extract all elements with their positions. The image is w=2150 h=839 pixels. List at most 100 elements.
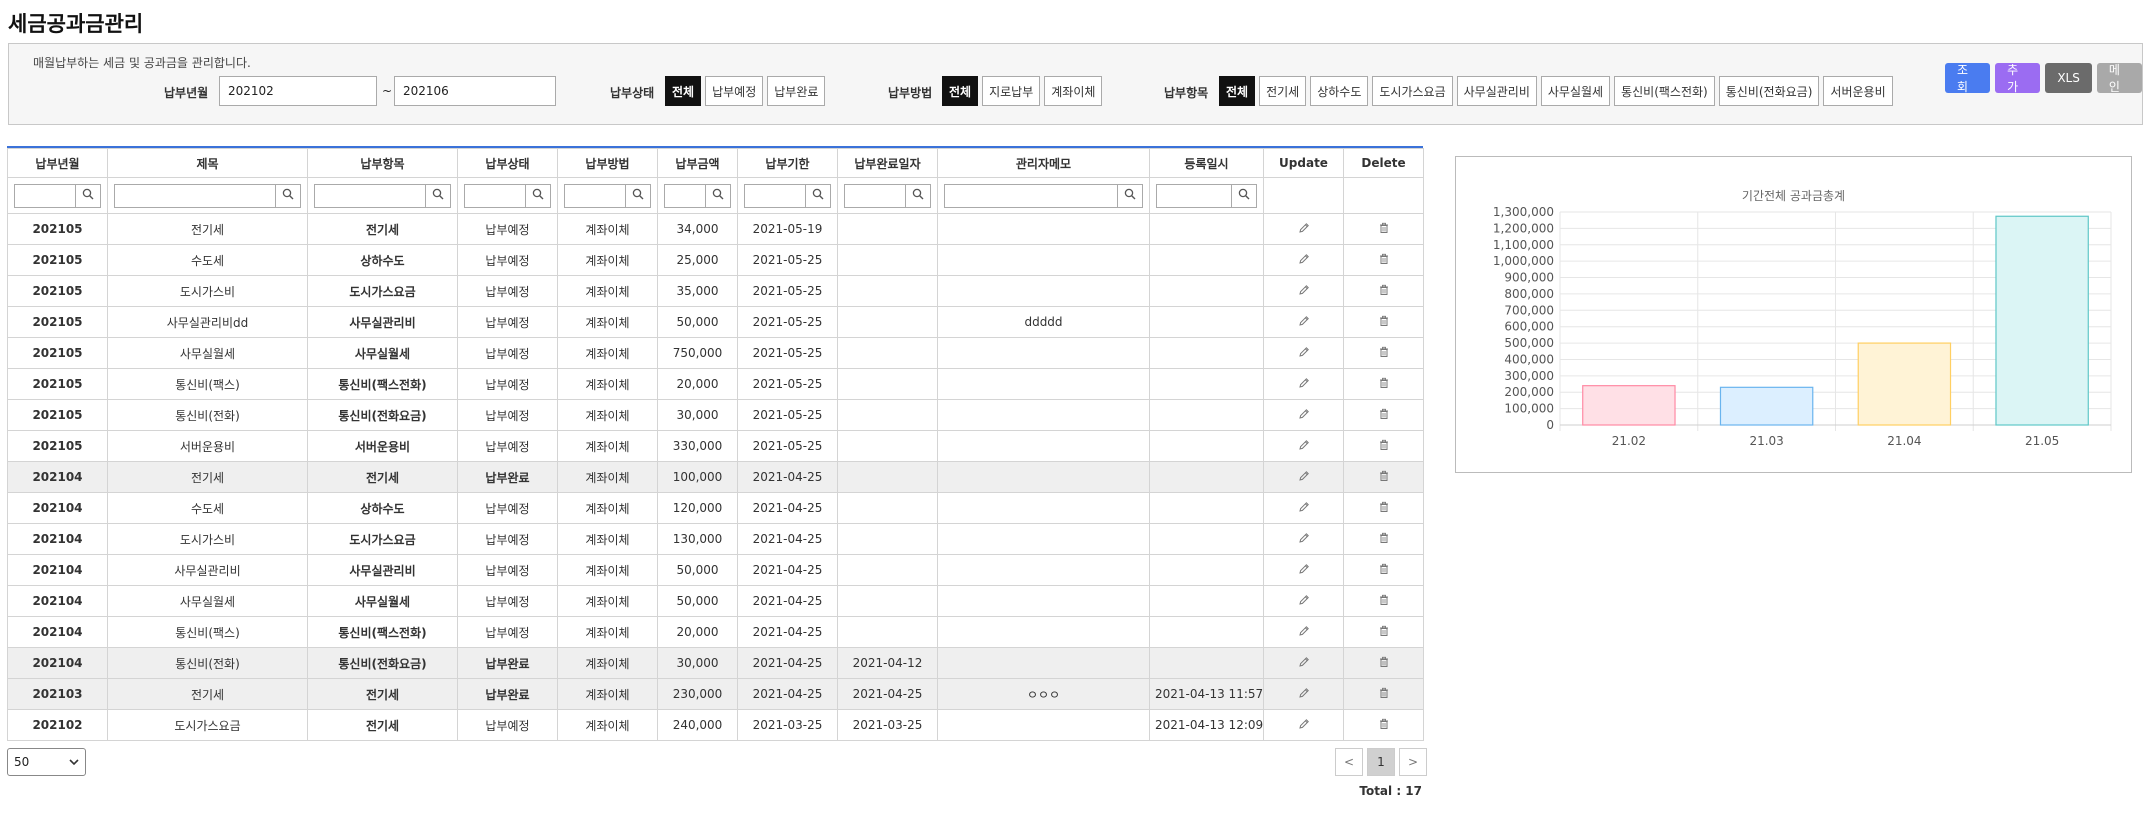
table-row[interactable]: 202105 수도세 상하수도 납부예정 계좌이체 25,000 2021-05-25 — [7, 244, 1424, 276]
item-option-electric[interactable]: 전기세 — [1259, 76, 1307, 106]
table-row[interactable]: 202102 도시가스요금 전기세 납부예정 계좌이체 240,000 2021-03-25… — [7, 709, 1424, 741]
filter-search-button-item[interactable] — [425, 183, 451, 208]
table-row[interactable]: 202104 전기세 전기세 납부완료 계좌이체 100,000 2021-04-25 — [7, 461, 1424, 493]
col-header-amount[interactable]: 납부금액 — [657, 148, 738, 178]
item-option-all[interactable]: 전체 — [1219, 76, 1256, 106]
method-option-all[interactable]: 전체 — [942, 76, 979, 106]
update-button[interactable] — [1269, 470, 1338, 485]
filter-input-title[interactable] — [114, 183, 275, 208]
period-to-input[interactable] — [394, 76, 556, 106]
update-button[interactable] — [1269, 532, 1338, 547]
update-button[interactable] — [1269, 656, 1338, 671]
table-row[interactable]: 202105 통신비(팩스) 통신비(팩스전화) 납부예정 계좌이체 20,000 2021… — [7, 368, 1424, 400]
filter-search-button-ym[interactable] — [75, 183, 101, 208]
col-header-ym[interactable]: 납부년월 — [7, 148, 108, 178]
col-header-paid-date[interactable]: 납부완료일자 — [837, 148, 938, 178]
table-row[interactable]: 202104 사무실월세 사무실월세 납부예정 계좌이체 50,000 2021-04-25 — [7, 585, 1424, 617]
delete-button[interactable] — [1349, 408, 1418, 423]
update-button[interactable] — [1269, 594, 1338, 609]
delete-button[interactable] — [1349, 222, 1418, 237]
table-row[interactable]: 202104 통신비(팩스) 통신비(팩스전화) 납부예정 계좌이체 20,000 2021… — [7, 616, 1424, 648]
col-header-item[interactable]: 납부항목 — [307, 148, 458, 178]
filter-input-amount[interactable] — [664, 183, 705, 208]
delete-button[interactable] — [1349, 594, 1418, 609]
status-option-all[interactable]: 전체 — [665, 76, 702, 106]
filter-input-paid-date[interactable] — [844, 183, 905, 208]
add-button[interactable]: 추가 — [1995, 63, 2041, 94]
filter-input-method[interactable] — [564, 183, 625, 208]
method-option-giro[interactable]: 지로납부 — [982, 76, 1041, 106]
status-option-done[interactable]: 납부완료 — [767, 76, 826, 106]
update-button[interactable] — [1269, 222, 1338, 237]
update-button[interactable] — [1269, 346, 1338, 361]
table-row[interactable]: 202105 서버운용비 서버운용비 납부예정 계좌이체 330,000 2021-05-2… — [7, 430, 1424, 462]
filter-search-button-amount[interactable] — [705, 183, 731, 208]
next-page-button[interactable]: > — [1399, 748, 1427, 776]
filter-search-button-reg-date[interactable] — [1231, 183, 1257, 208]
filter-input-status[interactable] — [464, 183, 525, 208]
update-button[interactable] — [1269, 625, 1338, 640]
table-row[interactable]: 202105 사무실관리비dd 사무실관리비 납부예정 계좌이체 50,000 2021-0… — [7, 306, 1424, 338]
table-row[interactable]: 202105 통신비(전화) 통신비(전화요금) 납부예정 계좌이체 30,000 2021… — [7, 399, 1424, 431]
delete-button[interactable] — [1349, 346, 1418, 361]
filter-search-button-memo[interactable] — [1117, 183, 1143, 208]
delete-button[interactable] — [1349, 501, 1418, 516]
delete-button[interactable] — [1349, 377, 1418, 392]
filter-input-ym[interactable] — [14, 183, 75, 208]
page-button-1[interactable]: 1 — [1367, 748, 1395, 776]
table-row[interactable]: 202105 전기세 전기세 납부예정 계좌이체 34,000 2021-05-19 — [7, 213, 1424, 245]
col-header-memo[interactable]: 관리자메모 — [937, 148, 1150, 178]
table-row[interactable]: 202104 수도세 상하수도 납부예정 계좌이체 120,000 2021-04-25 — [7, 492, 1424, 524]
delete-button[interactable] — [1349, 284, 1418, 299]
filter-search-button-method[interactable] — [625, 183, 651, 208]
update-button[interactable] — [1269, 315, 1338, 330]
delete-button[interactable] — [1349, 439, 1418, 454]
update-button[interactable] — [1269, 377, 1338, 392]
item-option-tel-fax[interactable]: 통신비(팩스전화) — [1614, 76, 1715, 106]
filter-search-button-due[interactable] — [805, 183, 831, 208]
search-button[interactable]: 조회 — [1945, 63, 1991, 94]
update-button[interactable] — [1269, 687, 1338, 702]
filter-search-button-paid-date[interactable] — [905, 183, 931, 208]
col-header-due[interactable]: 납부기한 — [737, 148, 838, 178]
delete-button[interactable] — [1349, 687, 1418, 702]
table-row[interactable]: 202103 전기세 전기세 납부완료 계좌이체 230,000 2021-04-25 202… — [7, 678, 1424, 710]
prev-page-button[interactable]: < — [1335, 748, 1363, 776]
update-button[interactable] — [1269, 284, 1338, 299]
table-row[interactable]: 202105 사무실월세 사무실월세 납부예정 계좌이체 750,000 2021-05-2… — [7, 337, 1424, 369]
item-option-office-rent[interactable]: 사무실월세 — [1540, 76, 1611, 106]
delete-button[interactable] — [1349, 563, 1418, 578]
col-header-title[interactable]: 제목 — [107, 148, 308, 178]
table-row[interactable]: 202104 사무실관리비 사무실관리비 납부예정 계좌이체 50,000 2021-04-… — [7, 554, 1424, 586]
update-button[interactable] — [1269, 408, 1338, 423]
table-row[interactable]: 202104 통신비(전화) 통신비(전화요금) 납부완료 계좌이체 30,000 2021… — [7, 647, 1424, 679]
filter-input-due[interactable] — [744, 183, 805, 208]
table-row[interactable]: 202104 도시가스비 도시가스요금 납부예정 계좌이체 130,000 2021-04-… — [7, 523, 1424, 555]
delete-button[interactable] — [1349, 718, 1418, 733]
method-option-transfer[interactable]: 계좌이체 — [1044, 76, 1103, 106]
filter-input-memo[interactable] — [944, 183, 1117, 208]
delete-button[interactable] — [1349, 625, 1418, 640]
col-header-status[interactable]: 납부상태 — [457, 148, 558, 178]
mail-button[interactable]: 메인 — [2096, 63, 2142, 94]
filter-search-button-title[interactable] — [275, 183, 301, 208]
delete-button[interactable] — [1349, 532, 1418, 547]
filter-input-item[interactable] — [314, 183, 425, 208]
period-from-input[interactable] — [219, 76, 377, 106]
delete-button[interactable] — [1349, 315, 1418, 330]
filter-input-reg-date[interactable] — [1156, 183, 1231, 208]
update-button[interactable] — [1269, 253, 1338, 268]
page-size-select[interactable]: 50 — [7, 748, 86, 776]
table-row[interactable]: 202105 도시가스비 도시가스요금 납부예정 계좌이체 35,000 2021-05-2… — [7, 275, 1424, 307]
update-button[interactable] — [1269, 439, 1338, 454]
col-header-method[interactable]: 납부방법 — [557, 148, 658, 178]
delete-button[interactable] — [1349, 470, 1418, 485]
item-option-gas[interactable]: 도시가스요금 — [1372, 76, 1453, 106]
item-option-water[interactable]: 상하수도 — [1310, 76, 1369, 106]
item-option-office-mgmt[interactable]: 사무실관리비 — [1456, 76, 1537, 106]
delete-button[interactable] — [1349, 253, 1418, 268]
col-header-reg-date[interactable]: 등록일시 — [1149, 148, 1264, 178]
update-button[interactable] — [1269, 563, 1338, 578]
xls-button[interactable]: XLS — [2045, 63, 2092, 93]
status-option-planned[interactable]: 납부예정 — [705, 76, 764, 106]
